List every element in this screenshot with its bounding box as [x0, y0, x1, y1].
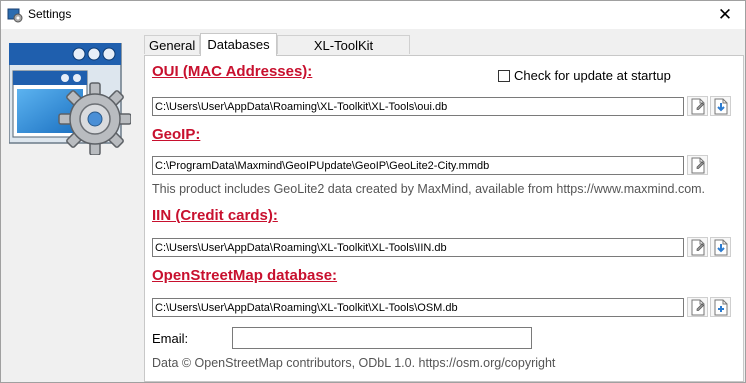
osm-browse-button[interactable] [687, 297, 708, 317]
geoip-browse-button[interactable] [687, 155, 708, 175]
iin-path-field[interactable]: C:\Users\User\AppData\Roaming\XL-Toolkit… [152, 238, 684, 257]
title-bar[interactable]: Settings ✕ [1, 1, 745, 29]
email-label: Email: [152, 331, 189, 346]
settings-window-icon [9, 43, 131, 155]
download-icon [714, 98, 728, 115]
oui-browse-button[interactable] [687, 96, 708, 116]
check-update-option[interactable]: Check for update at startup [498, 68, 671, 83]
close-button[interactable]: ✕ [705, 1, 745, 29]
app-settings-icon [7, 8, 23, 23]
osm-add-button[interactable] [710, 297, 731, 317]
geoip-attribution-note: This product includes GeoLite2 data crea… [152, 182, 706, 196]
iin-download-button[interactable] [710, 237, 731, 257]
geoip-section-title: GeoIP: [152, 126, 201, 143]
oui-section-title: OUI (MAC Addresses): [152, 63, 313, 80]
check-update-checkbox[interactable] [498, 69, 510, 82]
check-update-label: Check for update at startup [514, 68, 671, 83]
tab-databases[interactable]: Databases [200, 33, 277, 56]
oui-download-button[interactable] [710, 96, 731, 116]
osm-attribution-note: Data © OpenStreetMap contributors, ODbL … [152, 356, 556, 370]
new-file-icon [714, 299, 728, 316]
close-icon: ✕ [717, 5, 733, 24]
email-field[interactable] [232, 327, 532, 349]
browse-file-icon [691, 239, 705, 256]
download-icon [714, 239, 728, 256]
browse-file-icon [691, 157, 705, 174]
geoip-path-field[interactable]: C:\ProgramData\Maxmind\GeoIPUpdate\GeoIP… [152, 156, 684, 175]
osm-path-field[interactable]: C:\Users\User\AppData\Roaming\XL-Toolkit… [152, 298, 684, 317]
oui-path-field[interactable]: C:\Users\User\AppData\Roaming\XL-Toolkit… [152, 97, 684, 116]
tab-general[interactable]: General [144, 35, 200, 54]
osm-section-title: OpenStreetMap database: [152, 267, 338, 284]
browse-file-icon [691, 98, 705, 115]
tab-xl-toolkit-databases[interactable]: XL-ToolKit Databases [277, 35, 410, 72]
window-title: Settings [28, 7, 72, 21]
iin-section-title: IIN (Credit cards): [152, 207, 278, 224]
iin-browse-button[interactable] [687, 237, 708, 257]
browse-file-icon [691, 299, 705, 316]
settings-window: Settings ✕ General Databases XL-ToolKit … [0, 0, 746, 383]
